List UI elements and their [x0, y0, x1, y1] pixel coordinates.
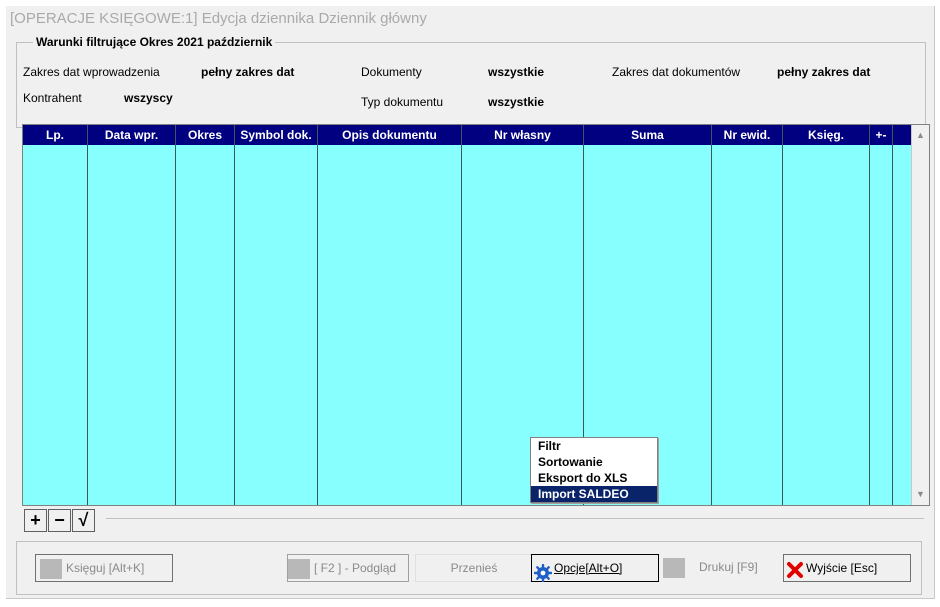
scroll-down-icon[interactable]: ▼	[912, 486, 929, 503]
documents-value: wszystkie	[488, 65, 545, 79]
grid-header: Lp. Data wpr. Okres Symbol dok. Opis dok…	[23, 125, 913, 145]
action-bar: Księguj [Alt+K] [ F2 ] - Podgląd Przenie…	[16, 541, 922, 595]
col-header-sum[interactable]: Suma	[584, 125, 711, 145]
doc-type-label: Typ dokumentu	[361, 95, 444, 109]
post-button[interactable]: Księguj [Alt+K]	[35, 554, 173, 582]
window-title: [OPERACJE KSIĘGOWE:1] Edycja dziennika D…	[10, 10, 427, 27]
add-row-button[interactable]: +	[24, 509, 47, 532]
doc-date-range-value: pełny zakres dat	[777, 65, 871, 79]
options-button-label: Opcje[Alt+O]	[554, 561, 623, 575]
options-button[interactable]: Opcje[Alt+O]	[531, 554, 659, 582]
entry-date-range-value: pełny zakres dat	[201, 65, 295, 79]
apply-button[interactable]: √	[72, 509, 95, 532]
preview-icon	[288, 558, 310, 579]
column-divider	[234, 125, 235, 505]
col-header-plus-minus[interactable]: +-	[870, 125, 892, 145]
exit-button[interactable]: Wyjście [Esc]	[783, 554, 911, 582]
print-button-label: Drukuj [F9]	[699, 560, 758, 574]
post-button-label: Księguj [Alt+K]	[66, 561, 145, 575]
column-divider	[711, 125, 712, 505]
scroll-up-icon[interactable]: ▲	[912, 127, 929, 144]
col-header-reg-number[interactable]: Nr ewid.	[712, 125, 782, 145]
column-divider	[892, 125, 893, 505]
col-header-own-number[interactable]: Nr własny	[462, 125, 583, 145]
doc-type-value: wszystkie	[488, 95, 545, 109]
preview-button[interactable]: [ F2 ] - Podgląd	[287, 554, 409, 582]
post-icon	[40, 558, 62, 579]
doc-date-range-label: Zakres dat dokumentów	[612, 65, 741, 79]
print-button[interactable]: Drukuj [F9]	[663, 554, 781, 580]
preview-button-label: [ F2 ] - Podgląd	[314, 561, 397, 575]
column-divider	[461, 125, 462, 505]
menu-item-import-saldeo[interactable]: Import SALDEO	[531, 486, 657, 502]
journal-grid[interactable]: Lp. Data wpr. Okres Symbol dok. Opis dok…	[22, 124, 930, 506]
column-divider	[317, 125, 318, 505]
col-header-entry-date[interactable]: Data wpr.	[88, 125, 175, 145]
col-header-posted[interactable]: Księg.	[783, 125, 869, 145]
menu-item-filter[interactable]: Filtr	[531, 438, 657, 454]
contractor-value: wszyscy	[124, 91, 173, 105]
col-header-lp[interactable]: Lp.	[23, 125, 87, 145]
toolbox-separator	[106, 518, 924, 519]
contractor-label: Kontrahent	[23, 91, 82, 105]
options-context-menu: Filtr Sortowanie Eksport do XLS Import S…	[530, 437, 658, 503]
documents-label: Dokumenty	[361, 65, 422, 79]
col-header-period[interactable]: Okres	[176, 125, 234, 145]
journal-window: [OPERACJE KSIĘGOWE:1] Edycja dziennika D…	[6, 6, 935, 599]
menu-item-export-xls[interactable]: Eksport do XLS	[531, 470, 657, 486]
col-header-doc-symbol[interactable]: Symbol dok.	[235, 125, 317, 145]
menu-item-sorting[interactable]: Sortowanie	[531, 454, 657, 470]
print-icon	[663, 557, 685, 578]
gear-icon	[532, 559, 554, 582]
grid-vertical-scrollbar[interactable]: ▲ ▼	[911, 125, 929, 505]
column-divider	[782, 125, 783, 505]
entry-date-range-label: Zakres dat wprowadzenia	[23, 65, 160, 79]
close-icon	[784, 556, 806, 582]
remove-row-button[interactable]: −	[48, 509, 71, 532]
column-divider	[175, 125, 176, 505]
column-divider	[87, 125, 88, 505]
filter-legend: Warunki filtrujące Okres 2021 październi…	[33, 35, 276, 49]
exit-button-label: Wyjście [Esc]	[806, 561, 878, 575]
column-divider	[869, 125, 870, 505]
filter-conditions-group: Warunki filtrujące Okres 2021 październi…	[16, 35, 926, 128]
move-button[interactable]: Przenieś	[415, 554, 533, 582]
col-header-doc-description[interactable]: Opis dokumentu	[318, 125, 461, 145]
